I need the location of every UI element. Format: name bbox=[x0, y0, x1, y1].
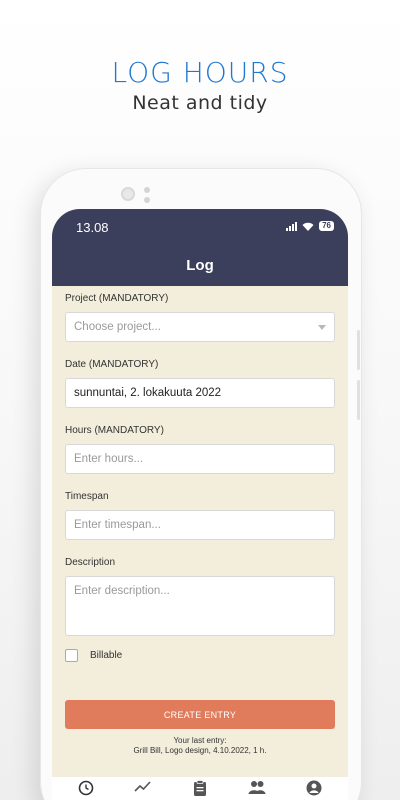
clipboard-icon bbox=[193, 780, 206, 796]
nav-team[interactable] bbox=[237, 780, 277, 800]
nav-reports[interactable] bbox=[123, 780, 163, 800]
date-value: sunnuntai, 2. lokakuuta 2022 bbox=[74, 387, 222, 399]
sensor-dot bbox=[144, 187, 150, 193]
timespan-placeholder: Enter timespan... bbox=[74, 519, 161, 531]
promo-title: LOG HOURS bbox=[111, 56, 289, 89]
description-placeholder: Enter description... bbox=[74, 585, 170, 597]
log-form: Project (MANDATORY) Choose project... Da… bbox=[52, 286, 348, 756]
date-label: Date (MANDATORY) bbox=[65, 359, 159, 370]
last-entry-text: Grill Bill, Logo design, 4.10.2022, 1 h. bbox=[133, 746, 267, 755]
status-time: 13.08 bbox=[76, 220, 109, 235]
trend-icon bbox=[134, 781, 151, 792]
create-entry-button[interactable]: CREATE ENTRY bbox=[65, 700, 335, 729]
camera-icon bbox=[121, 187, 135, 201]
sensor-dot bbox=[144, 197, 150, 203]
billable-checkbox[interactable] bbox=[65, 649, 78, 662]
project-label: Project (MANDATORY) bbox=[65, 293, 169, 304]
bottom-nav bbox=[52, 777, 348, 800]
project-select[interactable]: Choose project... bbox=[65, 312, 335, 342]
app-bar: 13.08 76 Log bbox=[52, 209, 348, 286]
clock-icon bbox=[79, 780, 94, 796]
status-icons: 76 bbox=[286, 221, 334, 231]
phone-side-button bbox=[357, 330, 360, 370]
project-placeholder: Choose project... bbox=[74, 321, 161, 333]
app-screen: 13.08 76 Log Project (MANDATORY) Choose … bbox=[52, 209, 348, 800]
nav-entries[interactable] bbox=[180, 780, 220, 800]
hours-placeholder: Enter hours... bbox=[74, 453, 144, 465]
billable-label: Billable bbox=[90, 650, 123, 661]
hours-input[interactable]: Enter hours... bbox=[65, 444, 335, 474]
description-textarea[interactable]: Enter description... bbox=[65, 576, 335, 636]
last-entry-title: Your last entry: bbox=[173, 736, 227, 745]
account-icon bbox=[306, 780, 322, 796]
nav-account[interactable] bbox=[294, 780, 334, 800]
hours-label: Hours (MANDATORY) bbox=[65, 425, 164, 436]
nav-log[interactable] bbox=[66, 780, 106, 800]
wifi-icon bbox=[302, 222, 314, 231]
chevron-down-icon bbox=[318, 325, 326, 330]
timespan-input[interactable]: Enter timespan... bbox=[65, 510, 335, 540]
phone-side-button bbox=[357, 380, 360, 420]
billable-row: Billable bbox=[65, 649, 335, 662]
last-entry: Your last entry: Grill Bill, Logo design… bbox=[65, 736, 335, 756]
page-title: Log bbox=[186, 257, 214, 274]
battery-icon: 76 bbox=[319, 221, 334, 231]
date-field[interactable]: sunnuntai, 2. lokakuuta 2022 bbox=[65, 378, 335, 408]
description-label: Description bbox=[65, 557, 116, 568]
signal-icon bbox=[286, 221, 298, 231]
people-icon bbox=[248, 781, 266, 794]
promo-subtitle: Neat and tidy bbox=[132, 92, 268, 114]
timespan-label: Timespan bbox=[65, 491, 109, 502]
